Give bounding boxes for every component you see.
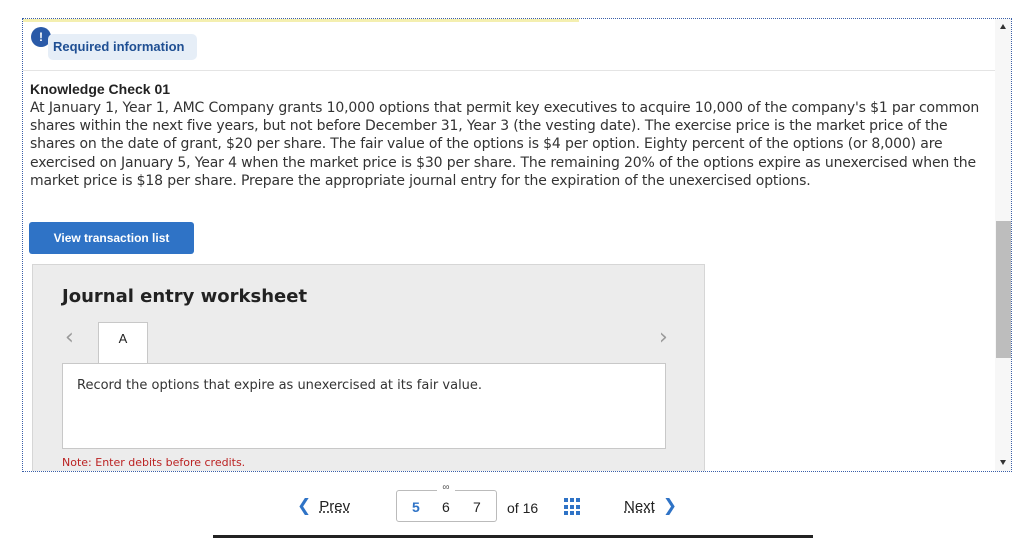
page-selector: ∞ 5 6 7 xyxy=(396,483,497,522)
divider xyxy=(23,70,995,71)
view-transaction-list-button[interactable]: View transaction list xyxy=(29,222,194,254)
page-5[interactable]: 5 xyxy=(412,499,420,515)
worksheet-next-arrow-icon[interactable]: › xyxy=(659,325,668,350)
worksheet-instruction: Record the options that expire as unexer… xyxy=(77,378,483,393)
worksheet-instruction-box: Record the options that expire as unexer… xyxy=(62,363,666,449)
pagination-bar: ❮ Prev ∞ 5 6 7 of 16 Next ❯ xyxy=(0,472,1024,538)
worksheet-prev-arrow-icon[interactable]: ‹ xyxy=(65,325,74,350)
scroll-down-arrow-icon[interactable] xyxy=(1000,460,1006,465)
prev-button[interactable]: ❮ Prev xyxy=(297,496,350,516)
worksheet-note: Note: Enter debits before credits. xyxy=(62,456,246,469)
chevron-right-icon: ❯ xyxy=(662,496,678,516)
page-6[interactable]: 6 xyxy=(442,499,450,515)
next-label: Next xyxy=(624,498,655,515)
question-frame: ! Required information Knowledge Check 0… xyxy=(22,18,1012,472)
page-total: of 16 xyxy=(507,500,539,516)
page-7[interactable]: 7 xyxy=(473,499,481,515)
grid-view-icon[interactable] xyxy=(564,498,582,516)
worksheet-title: Journal entry worksheet xyxy=(62,286,308,307)
chevron-left-icon: ❮ xyxy=(297,496,312,516)
prev-label: Prev xyxy=(319,498,351,515)
scroll-up-arrow-icon[interactable] xyxy=(1000,24,1006,29)
scrollbar-thumb[interactable] xyxy=(996,221,1011,358)
required-information-tab[interactable]: Required information xyxy=(48,34,198,60)
question-content: ! Required information Knowledge Check 0… xyxy=(23,19,995,471)
vertical-scrollbar[interactable] xyxy=(995,19,1011,471)
journal-entry-worksheet: Journal entry worksheet ‹ A › Record the… xyxy=(32,264,705,471)
worksheet-tab-a[interactable]: A xyxy=(98,322,148,364)
next-button[interactable]: Next ❯ xyxy=(624,496,677,516)
link-icon: ∞ xyxy=(437,483,455,493)
question-text: At January 1, Year 1, AMC Company grants… xyxy=(30,100,980,189)
question-title: Knowledge Check 01 xyxy=(30,81,171,97)
